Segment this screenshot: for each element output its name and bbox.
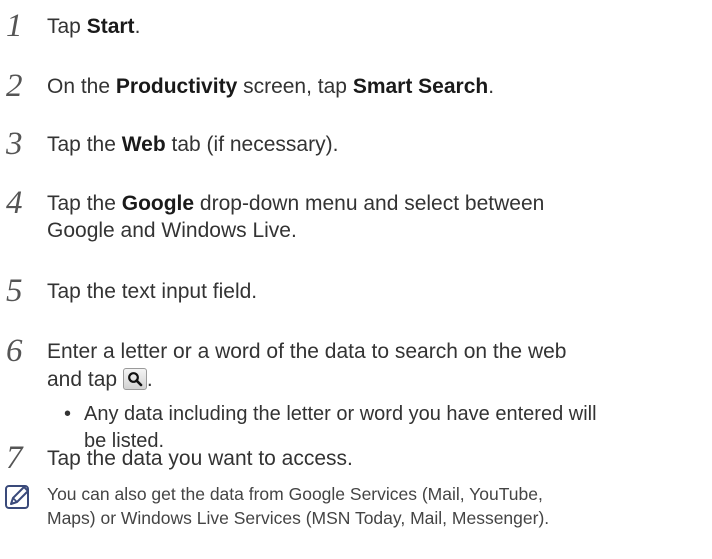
step-number: 7 <box>6 440 23 476</box>
smart-search-label: Smart Search <box>352 75 489 98</box>
search-icon <box>122 368 147 390</box>
step-text: Tap the data you want to access. <box>47 447 353 470</box>
step-text-line-1: Enter a letter or a word of the data to … <box>47 340 567 363</box>
step-text: Tap Start. <box>47 15 141 38</box>
bullet-point: • <box>64 403 72 425</box>
start-label: Start <box>86 15 135 38</box>
step-number: 5 <box>6 273 23 309</box>
step-text-line-2: and tap . <box>47 368 153 391</box>
step-number: 3 <box>6 126 23 162</box>
bullet-text-line-1: Any data including the letter or word yo… <box>84 403 597 425</box>
step-text-line-2: Google and Windows Live. <box>47 219 297 242</box>
step-number: 1 <box>6 8 23 44</box>
step-number: 4 <box>6 185 23 221</box>
step-text: Tap the Web tab (if necessary). <box>47 133 339 156</box>
note-text-line-2: Maps) or Windows Live Services (MSN Toda… <box>47 508 550 528</box>
note-icon <box>4 484 32 517</box>
step-text: Tap the text input field. <box>47 280 258 303</box>
productivity-label: Productivity <box>115 75 238 98</box>
web-label: Web <box>121 133 166 156</box>
note-text-line-1: You can also get the data from Google Se… <box>47 484 543 504</box>
step-number: 6 <box>6 333 23 369</box>
step-text-line-1: Tap the Google drop-down menu and select… <box>47 192 545 215</box>
google-label: Google <box>121 192 195 215</box>
step-text: On the Productivity screen, tap Smart Se… <box>47 75 495 98</box>
step-number: 2 <box>6 68 23 104</box>
